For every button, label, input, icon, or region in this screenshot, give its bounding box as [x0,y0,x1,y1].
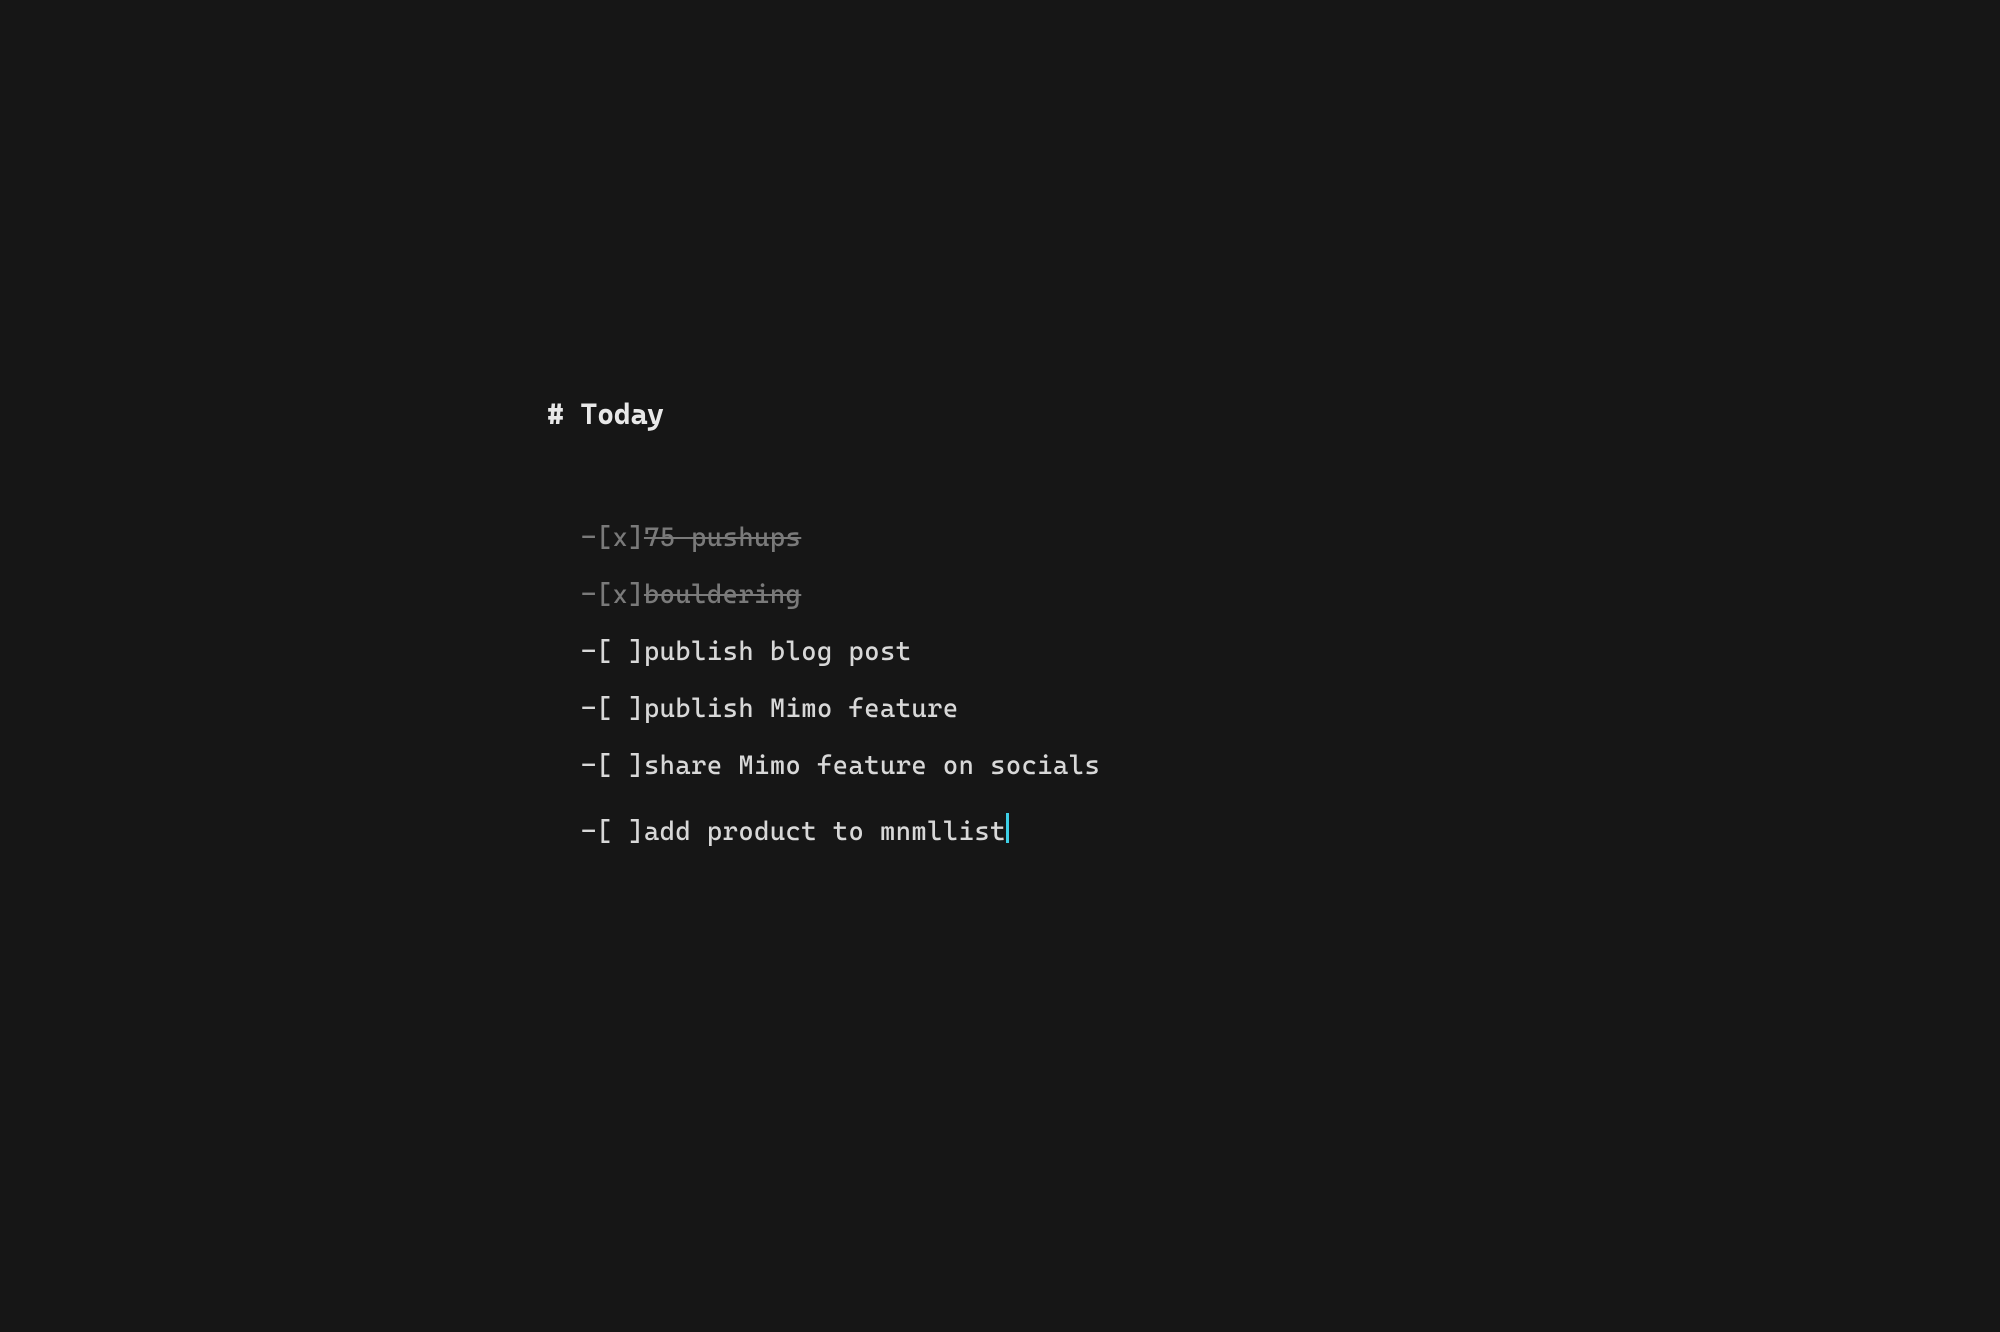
task-list: - [x] 75 pushups - [x] bouldering - [ ] … [581,525,1100,845]
task-text[interactable]: add product to mnmllist [644,819,1006,845]
task-text[interactable]: 75 pushups [644,525,801,551]
heading[interactable]: # Today [547,397,1100,431]
task-checkbox[interactable]: [ ] [597,819,644,845]
task-text[interactable]: publish Mimo feature [644,696,959,722]
task-marker: - [581,525,597,551]
task-text[interactable]: bouldering [644,582,801,608]
task-row[interactable]: - [ ] share Mimo feature on socials [581,753,1100,779]
task-text[interactable]: publish blog post [644,639,911,665]
text-cursor [1006,813,1009,843]
task-marker: - [581,639,597,665]
task-row[interactable]: - [ ] publish Mimo feature [581,696,1100,722]
task-row[interactable]: - [ ] publish blog post [581,639,1100,665]
task-row[interactable]: - [ ] add product to mnmllist [581,810,1100,845]
task-checkbox[interactable]: [ ] [597,753,644,779]
task-checkbox[interactable]: [ ] [597,639,644,665]
task-checkbox[interactable]: [ ] [597,696,644,722]
editor-container[interactable]: # Today - [x] 75 pushups - [x] boulderin… [547,397,1100,876]
task-row[interactable]: - [x] bouldering [581,582,1100,608]
task-row[interactable]: - [x] 75 pushups [581,525,1100,551]
task-marker: - [581,819,597,845]
task-text[interactable]: share Mimo feature on socials [644,753,1100,779]
task-marker: - [581,753,597,779]
task-marker: - [581,582,597,608]
task-checkbox[interactable]: [x] [597,525,644,551]
task-checkbox[interactable]: [x] [597,582,644,608]
task-marker: - [581,696,597,722]
